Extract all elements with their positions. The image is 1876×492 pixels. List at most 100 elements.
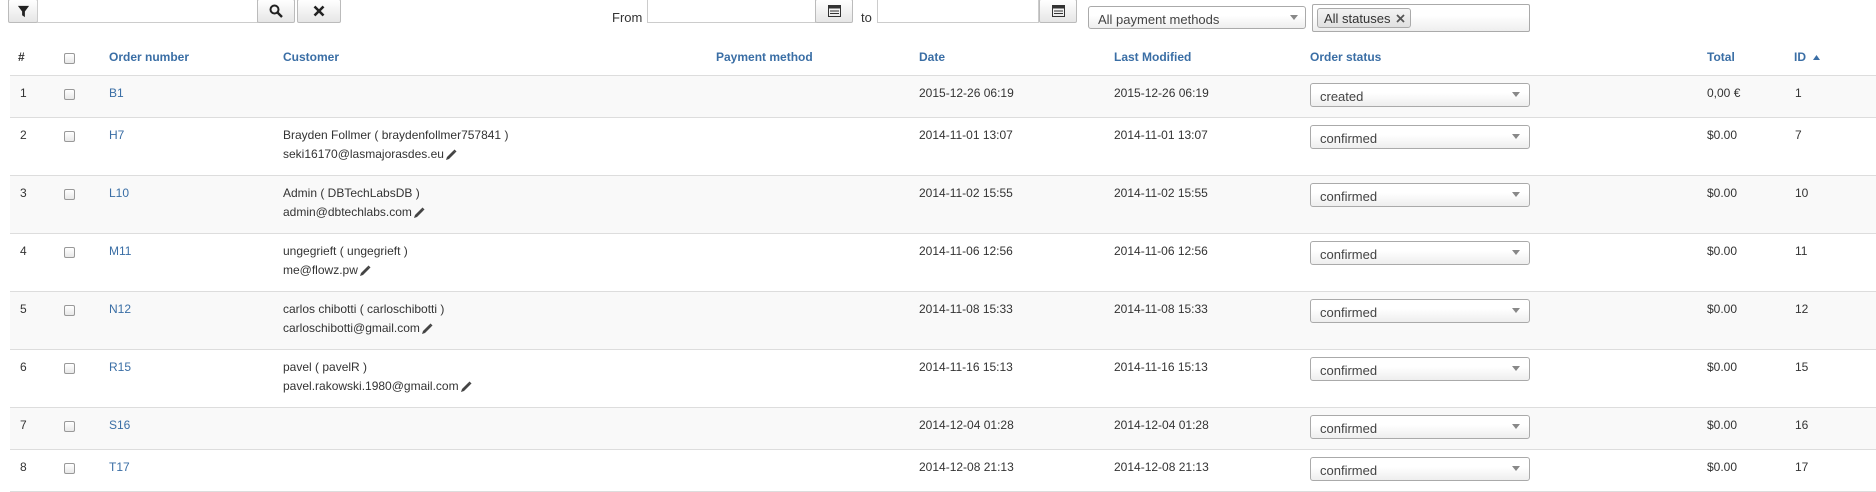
order-id: 15 [1795,360,1809,374]
order-id: 7 [1795,128,1802,142]
customer-email-text: me@flowz.pw [283,263,358,277]
column-header-payment-method[interactable]: Payment method [716,50,813,64]
search-input[interactable] [37,0,258,23]
customer-email: seki16170@lasmajorasdes.eu [283,147,457,161]
filter-toggle-button[interactable] [8,0,38,23]
table-row: 8 T17 2014-12-08 21:13 2014-12-08 21:13 conf… [10,450,1876,492]
last-modified-date: 2014-11-01 13:07 [1114,128,1208,142]
order-number-link[interactable]: L10 [109,186,129,200]
order-number-link[interactable]: B1 [109,86,124,100]
row-select-checkbox[interactable] [64,131,75,142]
clear-search-button[interactable] [297,0,341,23]
column-header-id-label: ID [1794,50,1806,64]
table-row: 7 S16 2014-12-04 01:28 2014-12-04 01:28 conf… [10,408,1876,450]
row-select-checkbox[interactable] [64,189,75,200]
order-id: 16 [1795,418,1809,432]
column-header-number: # [18,50,25,64]
order-date: 2014-11-01 13:07 [919,128,1013,142]
order-number-link[interactable]: S16 [109,418,130,432]
payment-method-filter[interactable]: All payment methods [1088,6,1306,29]
order-status-filter[interactable]: All statuses [1312,4,1530,32]
order-total: $0.00 [1707,302,1738,316]
row-select-checkbox[interactable] [64,89,75,100]
order-total: 0,00 € [1707,86,1741,100]
order-number-link[interactable]: H7 [109,128,124,142]
row-number: 6 [20,360,27,374]
date-to-calendar-button[interactable] [1039,0,1077,23]
date-from-input[interactable] [647,0,816,23]
column-header-id[interactable]: ID [1794,50,1821,64]
order-number-link[interactable]: M11 [109,244,131,258]
last-modified-date: 2015-12-26 06:19 [1114,86,1209,100]
order-total: $0.00 [1707,128,1738,142]
search-icon [269,4,283,18]
order-status-select[interactable]: created [1310,83,1530,107]
order-number-link[interactable]: N12 [109,302,131,316]
row-select-checkbox[interactable] [64,363,75,374]
status-chip: All statuses [1317,8,1412,28]
filter-icon [17,5,29,17]
chevron-down-icon [1512,92,1520,97]
order-status-select[interactable]: confirmed [1310,457,1530,481]
table-row: 3 L10 Admin ( DBTechLabsDB ) admin@dbtechla… [10,176,1876,234]
customer-email: carloschibotti@gmail.com [283,321,433,335]
order-status-value: confirmed [1320,363,1378,378]
pencil-icon[interactable] [460,381,472,393]
order-date: 2014-11-06 12:56 [919,244,1013,258]
customer-email-text: admin@dbtechlabs.com [283,205,412,219]
order-status-select[interactable]: confirmed [1310,183,1530,207]
date-to-input[interactable] [877,0,1039,23]
pencil-icon[interactable] [359,265,371,277]
table-row: 4 M11 ungegrieft ( ungegrieft ) me@flowz.pw… [10,234,1876,292]
customer-email-text: carloschibotti@gmail.com [283,321,420,335]
pencil-icon[interactable] [445,149,457,161]
customer-email-text: pavel.rakowski.1980@gmail.com [283,379,459,393]
order-total: $0.00 [1707,360,1738,374]
order-status-value: created [1320,89,1364,104]
order-number-link[interactable]: R15 [109,360,131,374]
column-header-date[interactable]: Date [919,50,945,64]
order-date: 2014-12-08 21:13 [919,460,1014,474]
last-modified-date: 2014-11-02 15:55 [1114,186,1208,200]
row-number: 2 [20,128,27,142]
order-status-select[interactable]: confirmed [1310,241,1530,265]
last-modified-date: 2014-12-04 01:28 [1114,418,1209,432]
close-icon[interactable] [1396,13,1406,23]
customer-email: pavel.rakowski.1980@gmail.com [283,379,472,393]
search-button[interactable] [257,0,295,23]
pencil-icon[interactable] [421,323,433,335]
column-header-order-number[interactable]: Order number [109,50,189,64]
chevron-down-icon [1512,366,1520,371]
row-select-checkbox[interactable] [64,421,75,432]
column-header-total[interactable]: Total [1707,50,1735,64]
order-status-select[interactable]: confirmed [1310,299,1530,323]
column-header-order-status[interactable]: Order status [1310,50,1381,64]
table-row: 6 R15 pavel ( pavelR ) pavel.rakowski.1980@… [10,350,1876,408]
order-status-value: confirmed [1320,463,1378,478]
row-select-checkbox[interactable] [64,463,75,474]
last-modified-date: 2014-11-06 12:56 [1114,244,1208,258]
table-row: 5 N12 carlos chibotti ( carloschibotti ) ca… [10,292,1876,350]
last-modified-date: 2014-12-08 21:13 [1114,460,1209,474]
order-id: 10 [1795,186,1809,200]
row-number: 5 [20,302,27,316]
sort-ascending-icon [1813,55,1821,61]
date-from-calendar-button[interactable] [815,0,853,23]
select-all-checkbox[interactable] [64,53,75,64]
customer-name: pavel ( pavelR ) [283,360,368,374]
close-icon [313,5,325,17]
order-total: $0.00 [1707,186,1738,200]
row-select-checkbox[interactable] [64,305,75,316]
order-status-select[interactable]: confirmed [1310,357,1530,381]
order-status-select[interactable]: confirmed [1310,125,1530,149]
column-header-last-modified[interactable]: Last Modified [1114,50,1191,64]
last-modified-date: 2014-11-16 15:13 [1114,360,1208,374]
order-number-link[interactable]: T17 [109,460,130,474]
table-row: 2 H7 Brayden Follmer ( braydenfollmer75784… [10,118,1876,176]
order-status-select[interactable]: confirmed [1310,415,1530,439]
customer-name: ungegrieft ( ungegrieft ) [283,244,408,258]
column-header-customer[interactable]: Customer [283,50,339,64]
pencil-icon[interactable] [413,207,425,219]
row-select-checkbox[interactable] [64,247,75,258]
row-number: 7 [20,418,27,432]
